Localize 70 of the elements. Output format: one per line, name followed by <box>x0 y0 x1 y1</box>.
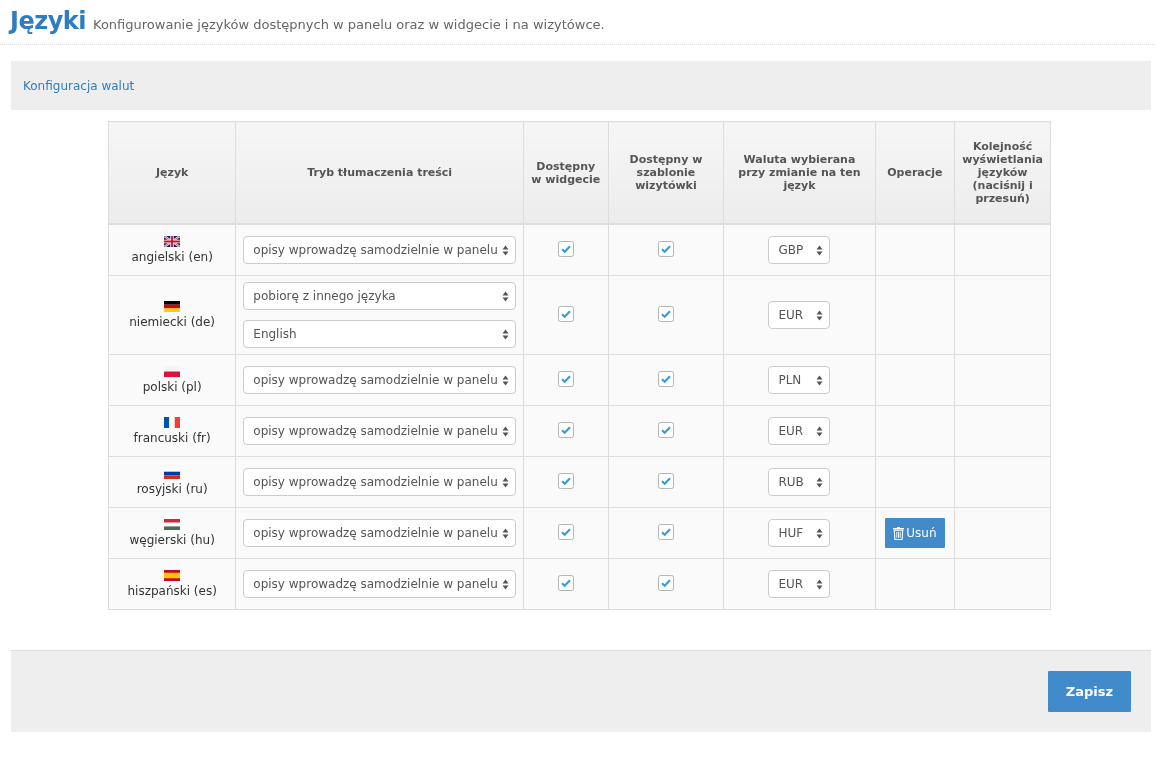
language-name: polski (pl) <box>142 380 202 394</box>
translation-mode-select[interactable]: opisy wprowadzę samodzielnie w panelu <box>243 236 517 264</box>
flag-icon <box>164 236 181 247</box>
save-button[interactable]: Zapisz <box>1047 671 1131 712</box>
language-name: hiszpański (es) <box>127 584 217 598</box>
select-arrows-icon <box>816 425 824 437</box>
select-arrows-icon <box>502 476 510 488</box>
checkbox-checked-icon[interactable] <box>557 421 574 438</box>
page-title: Języki <box>10 7 86 35</box>
language-name: angielski (en) <box>131 250 213 264</box>
select-arrows-icon <box>816 578 824 590</box>
column-header: Operacje <box>887 166 943 179</box>
currency-select[interactable]: EUR <box>768 417 831 445</box>
checkbox-checked-icon[interactable] <box>557 370 574 387</box>
checkbox-checked-icon[interactable] <box>657 370 674 387</box>
translation-mode-select[interactable]: opisy wprowadzę samodzielnie w panelu <box>243 570 517 598</box>
translation-mode-select[interactable]: opisy wprowadzę samodzielnie w panelu <box>243 519 517 547</box>
currency-select[interactable]: EUR <box>768 570 831 598</box>
currency-select[interactable]: EUR <box>768 301 831 329</box>
checkbox-checked-icon[interactable] <box>557 523 574 540</box>
language-name: niemiecki (de) <box>129 315 216 329</box>
checkbox-checked-icon[interactable] <box>657 574 674 591</box>
translation-mode-select[interactable]: English <box>243 320 517 348</box>
translation-mode-select[interactable]: opisy wprowadzę samodzielnie w panelu <box>243 366 517 394</box>
checkbox-checked-icon[interactable] <box>657 523 674 540</box>
checkbox-checked-icon[interactable] <box>657 421 674 438</box>
currency-select[interactable]: HUF <box>768 519 831 547</box>
column-header: Tryb tłumaczenia treści <box>307 166 453 179</box>
flag-icon <box>164 301 181 312</box>
delete-button[interactable]: Usuń <box>885 518 945 548</box>
checkbox-checked-icon[interactable] <box>657 472 674 489</box>
column-header: Dostępny w szablonie wizytówki <box>629 153 703 192</box>
select-arrows-icon <box>816 374 824 386</box>
checkbox-checked-icon[interactable] <box>557 240 574 257</box>
column-header: Język <box>155 166 189 179</box>
trash-icon <box>893 526 905 540</box>
select-arrows-icon <box>502 290 510 302</box>
select-arrows-icon <box>502 244 510 256</box>
currency-select[interactable]: GBP <box>768 236 831 264</box>
flag-icon <box>164 366 181 377</box>
select-arrows-icon <box>816 244 824 256</box>
checkbox-checked-icon[interactable] <box>557 574 574 591</box>
column-header: Kolejność wyświetlania języków (naciśnij i przesuń) <box>962 140 1043 205</box>
language-name: węgierski (hu) <box>129 533 215 547</box>
column-header: Waluta wybierana przy zmianie na ten język <box>738 153 861 192</box>
translation-mode-select[interactable]: pobiorę z innego języka <box>243 282 517 310</box>
page-subtitle: Konfigurowanie języków dostępnych w panelu oraz w widgecie i na wizytówce. <box>93 17 605 32</box>
select-arrows-icon <box>502 328 510 340</box>
currency-config-link[interactable]: Konfiguracja walut <box>23 78 135 93</box>
column-header: Dostępny w widgecie <box>531 159 601 186</box>
select-arrows-icon <box>502 578 510 590</box>
select-arrows-icon <box>816 309 824 321</box>
language-name: francuski (fr) <box>133 431 211 445</box>
select-arrows-icon <box>502 425 510 437</box>
flag-icon <box>164 570 181 581</box>
select-arrows-icon <box>816 476 824 488</box>
translation-mode-select[interactable]: opisy wprowadzę samodzielnie w panelu <box>243 417 517 445</box>
select-arrows-icon <box>502 527 510 539</box>
flag-icon <box>164 519 181 530</box>
checkbox-checked-icon[interactable] <box>657 305 674 322</box>
select-arrows-icon <box>816 527 824 539</box>
flag-icon <box>164 417 181 428</box>
checkbox-checked-icon[interactable] <box>557 305 574 322</box>
checkbox-checked-icon[interactable] <box>557 472 574 489</box>
currency-select[interactable]: RUB <box>768 468 831 496</box>
language-name: rosyjski (ru) <box>136 482 208 496</box>
select-arrows-icon <box>502 374 510 386</box>
currency-select[interactable]: PLN <box>768 366 831 394</box>
checkbox-checked-icon[interactable] <box>657 240 674 257</box>
translation-mode-select[interactable]: opisy wprowadzę samodzielnie w panelu <box>243 468 517 496</box>
